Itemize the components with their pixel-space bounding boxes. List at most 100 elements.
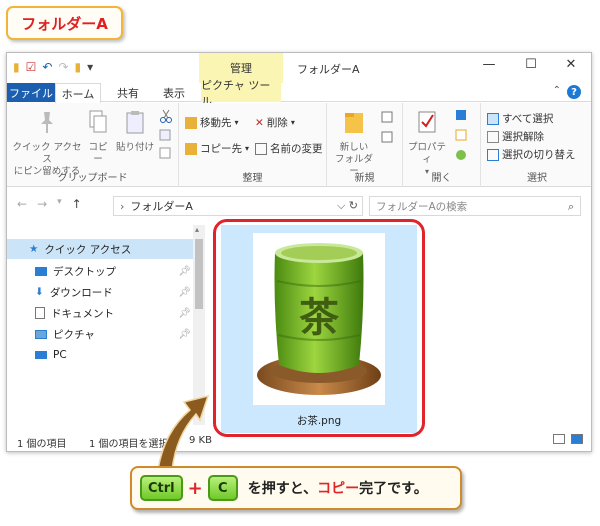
new-folder-button[interactable]: 新しい フォルダー (331, 109, 377, 178)
copy-button[interactable]: コピー (85, 109, 111, 166)
search-icon[interactable]: ⌕ (568, 200, 574, 214)
qat-dropdown-icon[interactable]: ▾ (87, 60, 93, 74)
nav-item-documents[interactable]: ドキュメント 📌︎ (35, 303, 191, 323)
select-none-icon (487, 130, 499, 143)
tab-manage-label: 管理 (230, 62, 252, 75)
group-organize-label: 整理 (242, 173, 263, 184)
explorer-window: ▮ ☑ ↶ ↷ ▮ ▾ 管理 フォルダーA — ☐ ✕ ファイル ホーム 共有 … (6, 52, 592, 452)
c-key: C (207, 475, 238, 501)
copy-label: コピー (88, 142, 108, 165)
properties-button[interactable]: プロパティ ▾ (405, 109, 449, 178)
group-select: すべて選択 選択解除 選択の切り替え 選択 (481, 103, 591, 187)
move-to-label: 移動先 (200, 117, 232, 129)
paste-shortcut-icon[interactable] (159, 147, 171, 159)
select-none-label: 選択解除 (502, 131, 544, 143)
move-folder-icon (185, 116, 197, 129)
move-to-button[interactable]: 移動先 ▾ (185, 115, 239, 130)
callout-arrow (157, 394, 210, 471)
status-bar: 1 個の項目 1 個の項目を選択 9 KB (7, 431, 591, 451)
pin-icon[interactable]: 📌︎ (178, 266, 191, 277)
status-item-count: 1 個の項目 (17, 439, 67, 450)
history-icon[interactable] (455, 149, 467, 161)
large-icons-view-icon[interactable] (571, 434, 583, 444)
instruction-callout: Ctrl + C を押すと、 コピー 完了です。 (130, 466, 462, 510)
refresh-icon[interactable]: ⌵ ↻ (337, 199, 358, 213)
close-button[interactable]: ✕ (561, 57, 581, 72)
download-icon: ⬇ (35, 286, 44, 298)
copy-to-button[interactable]: コピー先 ▾ (185, 141, 249, 156)
new-folder-icon (345, 113, 363, 133)
easy-access-icon[interactable] (381, 131, 393, 143)
pin-icon[interactable]: 📌︎ (178, 308, 191, 319)
delete-button[interactable]: ✕ 削除 ▾ (255, 115, 295, 130)
invert-selection-button[interactable]: 選択の切り替え (487, 147, 576, 162)
new-item-icon[interactable] (381, 111, 393, 123)
group-open-label: 開く (431, 173, 452, 184)
paste-button[interactable]: 貼り付け (115, 109, 155, 154)
edit-icon[interactable] (455, 129, 467, 141)
tab-share[interactable]: 共有 (107, 83, 149, 102)
details-view-icon[interactable] (553, 434, 565, 444)
copy-icon (89, 110, 107, 133)
properties-check-icon[interactable]: ☑ (26, 60, 37, 74)
nav-item-pictures[interactable]: ピクチャ 📌︎ (35, 324, 191, 344)
recent-dropdown-icon[interactable]: ▾ (57, 197, 62, 211)
nav-quick-access-label: クイック アクセス (44, 243, 132, 256)
select-all-button[interactable]: すべて選択 (487, 111, 553, 126)
nav-downloads-label: ダウンロード (49, 286, 113, 299)
callout-text-highlight: コピー (317, 481, 360, 497)
ribbon: クイック アクセス にピン留めする コピー 貼り付け クリップボード 移動先▾ (7, 103, 591, 187)
up-arrow-icon[interactable]: ↑ (72, 197, 82, 211)
quick-access-toolbar: ▮ ☑ ↶ ↷ ▮ ▾ (13, 60, 93, 74)
select-none-button[interactable]: 選択解除 (487, 129, 544, 144)
nav-scroll-thumb[interactable] (195, 239, 203, 309)
pin-icon[interactable]: 📌︎ (178, 329, 191, 340)
tab-home[interactable]: ホーム (55, 83, 101, 103)
folder-title-label: フォルダーA (6, 6, 123, 40)
forward-arrow-icon[interactable]: → (37, 197, 47, 211)
nav-item-desktop[interactable]: デスクトップ 📌︎ (35, 261, 191, 281)
minimize-button[interactable]: — (479, 57, 499, 72)
nav-item-quick-access[interactable]: ★ クイック アクセス (7, 239, 193, 259)
copy-folder-icon (185, 142, 197, 155)
copy-path-icon[interactable] (159, 129, 171, 141)
scroll-up-icon[interactable]: ▴ (195, 225, 199, 234)
cut-icon[interactable] (159, 109, 173, 123)
properties-label: プロパティ (407, 142, 446, 165)
callout-text: を押すと、 コピー 完了です。 (248, 478, 428, 498)
search-placeholder: フォルダーAの検索 (376, 200, 468, 213)
callout-text-before: を押すと、 (247, 481, 318, 497)
undo-icon[interactable]: ↶ (42, 60, 52, 74)
delete-label: 削除 (266, 117, 288, 129)
pin-quick-access-button[interactable]: クイック アクセス にピン留めする (11, 109, 83, 178)
breadcrumb-path[interactable]: フォルダーA (130, 198, 193, 214)
back-arrow-icon[interactable]: ← (17, 197, 27, 211)
paste-icon (126, 111, 144, 134)
help-icon[interactable]: ? (567, 85, 581, 99)
group-new-label: 新規 (354, 173, 375, 184)
tab-view[interactable]: 表示 (153, 83, 195, 102)
redo-icon[interactable]: ↷ (58, 60, 68, 74)
maximize-button[interactable]: ☐ (521, 57, 541, 72)
rename-button[interactable]: 名前の変更 (255, 141, 323, 156)
group-clipboard-label: クリップボード (57, 173, 128, 184)
selection-highlight-frame (213, 219, 425, 437)
group-new: 新しい フォルダー 新規 (327, 103, 403, 187)
pin-icon[interactable]: 📌︎ (178, 287, 191, 298)
nav-item-downloads[interactable]: ⬇ ダウンロード 📌︎ (35, 282, 191, 302)
view-toggle (553, 434, 583, 444)
invert-selection-label: 選択の切り替え (502, 149, 576, 161)
address-row: ← → ▾ ↑ › フォルダーA ⌵ ↻ フォルダーAの検索 ⌕ (7, 193, 591, 219)
copy-to-label: コピー先 (200, 143, 242, 155)
open-icon[interactable] (455, 109, 467, 121)
tab-picture-tools[interactable]: ピクチャ ツール (201, 79, 281, 108)
pin-label-1: クイック アクセス (12, 142, 82, 165)
breadcrumb-chevron-icon[interactable]: › (120, 200, 124, 213)
new-folder-small-icon[interactable]: ▮ (75, 60, 82, 74)
search-input[interactable]: フォルダーAの検索 ⌕ (369, 196, 581, 216)
nav-item-pc[interactable]: PC (35, 345, 191, 365)
tab-file[interactable]: ファイル (7, 83, 55, 102)
nav-desktop-label: デスクトップ (53, 265, 116, 278)
collapse-ribbon-icon[interactable]: ⌃ (553, 85, 561, 96)
address-bar[interactable]: › フォルダーA ⌵ ↻ (113, 196, 363, 216)
